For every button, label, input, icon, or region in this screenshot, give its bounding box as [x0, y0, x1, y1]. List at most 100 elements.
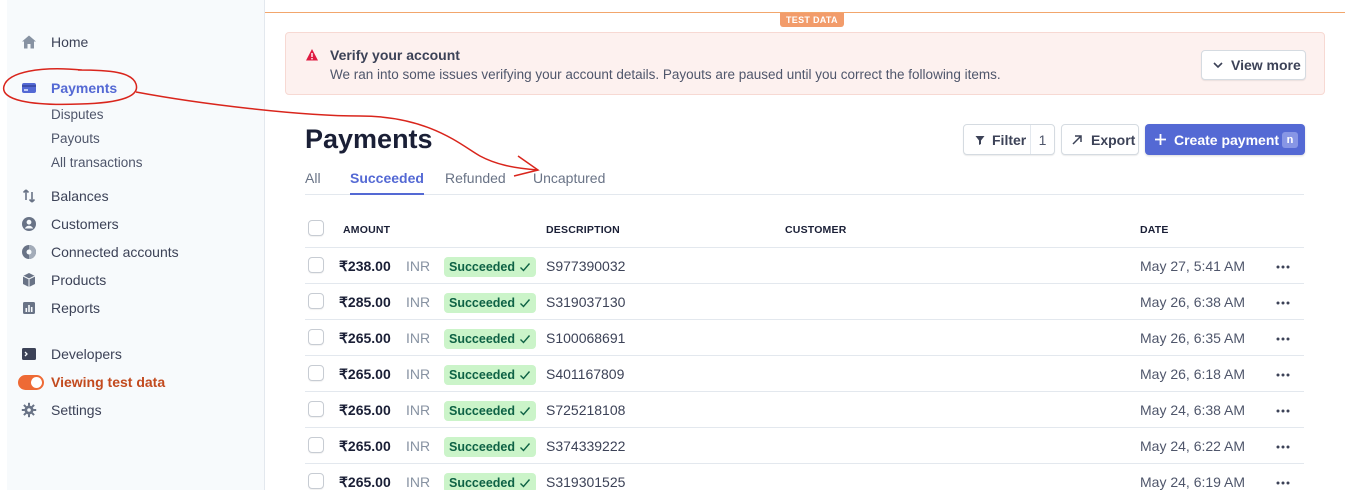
gear-icon	[20, 401, 38, 419]
home-icon	[20, 33, 38, 51]
row-checkbox[interactable]	[308, 257, 324, 273]
sidebar-item-label: Products	[51, 272, 107, 288]
status-label: Succeeded	[449, 332, 516, 346]
view-more-button[interactable]: View more	[1201, 50, 1306, 80]
sidebar-item-label: Payments	[51, 80, 118, 96]
row-checkbox[interactable]	[308, 473, 324, 489]
amount-cell: ₹265.00	[339, 330, 391, 346]
filter-label: Filter	[992, 131, 1027, 148]
date-cell: May 27, 5:41 AM	[1140, 258, 1246, 274]
checkmark-icon	[520, 335, 531, 344]
payments-icon	[20, 79, 38, 97]
description-cell: S319037130	[546, 294, 626, 310]
tab-succeeded[interactable]: Succeeded	[350, 170, 424, 195]
more-options-icon[interactable]	[1276, 481, 1290, 485]
status-label: Succeeded	[449, 368, 516, 382]
more-options-icon[interactable]	[1276, 373, 1290, 377]
developers-icon	[20, 345, 38, 363]
sidebar-item-customers[interactable]: Customers	[20, 214, 119, 234]
amount-cell: ₹285.00	[339, 294, 391, 310]
sidebar-subitem-disputes[interactable]: Disputes	[51, 107, 104, 122]
customers-icon	[20, 215, 38, 233]
sidebar-item-settings[interactable]: Settings	[20, 400, 102, 420]
reports-icon	[20, 299, 38, 317]
balances-icon	[20, 187, 38, 205]
sidebar-item-label: Settings	[51, 402, 102, 418]
sidebar-item-developers[interactable]: Developers	[20, 344, 122, 364]
warning-icon	[306, 49, 318, 61]
description-cell: S374339222	[546, 438, 626, 454]
date-cell: May 26, 6:38 AM	[1140, 294, 1246, 310]
create-payment-button[interactable]: Create payment n	[1145, 124, 1305, 155]
select-all-checkbox[interactable]	[308, 220, 324, 236]
sidebar-item-balances[interactable]: Balances	[20, 186, 109, 206]
column-header-date[interactable]: DATE	[1140, 224, 1169, 236]
sidebar-item-payments[interactable]: Payments	[20, 78, 117, 98]
checkmark-icon	[520, 407, 531, 416]
more-options-icon[interactable]	[1276, 301, 1290, 305]
export-arrow-icon	[1072, 134, 1082, 145]
more-options-icon[interactable]	[1276, 337, 1290, 341]
description-cell: S725218108	[546, 402, 626, 418]
currency-cell: INR	[406, 438, 431, 454]
filter-button[interactable]: Filter 1	[963, 124, 1055, 155]
sidebar-item-connected-accounts[interactable]: Connected accounts	[20, 242, 179, 262]
amount-cell: ₹265.00	[339, 366, 391, 382]
sidebar-item-products[interactable]: Products	[20, 270, 106, 290]
tab-uncaptured[interactable]: Uncaptured	[533, 170, 605, 195]
currency-cell: INR	[406, 330, 431, 346]
export-label: Export	[1091, 131, 1136, 148]
row-checkbox[interactable]	[308, 329, 324, 345]
toggle-icon[interactable]	[18, 374, 44, 390]
description-cell: S100068691	[546, 330, 626, 346]
sidebar-item-label: Connected accounts	[51, 244, 179, 260]
products-icon	[20, 271, 38, 289]
sidebar-item-home[interactable]: Home	[20, 32, 88, 52]
table-row[interactable]: ₹265.00 INR Succeeded S319301525 May 24,…	[305, 464, 1304, 490]
column-header-amount[interactable]: AMOUNT	[343, 224, 390, 236]
sidebar-item-reports[interactable]: Reports	[20, 298, 100, 318]
currency-cell: INR	[406, 474, 431, 490]
more-options-icon[interactable]	[1276, 445, 1290, 449]
table-row[interactable]: ₹265.00 INR Succeeded S401167809 May 26,…	[305, 356, 1304, 392]
tab-all[interactable]: All	[305, 170, 321, 195]
checkmark-icon	[520, 443, 531, 452]
checkmark-icon	[520, 479, 531, 488]
table-row[interactable]: ₹265.00 INR Succeeded S374339222 May 24,…	[305, 428, 1304, 464]
row-checkbox[interactable]	[308, 365, 324, 381]
column-header-customer[interactable]: CUSTOMER	[785, 224, 847, 236]
table-row[interactable]: ₹265.00 INR Succeeded S725218108 May 24,…	[305, 392, 1304, 428]
row-checkbox[interactable]	[308, 437, 324, 453]
date-cell: May 24, 6:38 AM	[1140, 402, 1246, 418]
row-checkbox[interactable]	[308, 401, 324, 417]
sidebar-subitem-payouts[interactable]: Payouts	[51, 131, 100, 146]
plus-icon	[1155, 134, 1166, 145]
more-options-icon[interactable]	[1276, 409, 1290, 413]
view-more-label: View more	[1231, 57, 1301, 73]
export-button[interactable]: Export	[1061, 124, 1139, 155]
tab-refunded[interactable]: Refunded	[445, 170, 506, 195]
status-label: Succeeded	[449, 296, 516, 310]
table-row[interactable]: ₹285.00 INR Succeeded S319037130 May 26,…	[305, 284, 1304, 320]
page-title: Payments	[305, 124, 433, 154]
date-cell: May 24, 6:22 AM	[1140, 438, 1246, 454]
verify-account-alert: Verify your account We ran into some iss…	[285, 32, 1325, 95]
table-row[interactable]: ₹265.00 INR Succeeded S100068691 May 26,…	[305, 320, 1304, 356]
row-checkbox[interactable]	[308, 293, 324, 309]
status-badge: Succeeded	[444, 473, 537, 490]
currency-cell: INR	[406, 258, 431, 274]
description-cell: S977390032	[546, 258, 626, 274]
column-header-description[interactable]: DESCRIPTION	[546, 224, 620, 236]
connected-accounts-icon	[20, 243, 38, 261]
description-cell: S401167809	[546, 366, 625, 382]
checkmark-icon	[520, 371, 531, 380]
amount-cell: ₹238.00	[339, 258, 391, 274]
table-row[interactable]: ₹238.00 INR Succeeded S977390032 May 27,…	[305, 248, 1304, 284]
amount-cell: ₹265.00	[339, 438, 391, 454]
sidebar-item-viewing-test-data[interactable]: Viewing test data	[18, 372, 165, 392]
currency-cell: INR	[406, 402, 431, 418]
chevron-down-icon	[1213, 62, 1223, 69]
alert-body: We ran into some issues verifying your a…	[330, 67, 1001, 82]
more-options-icon[interactable]	[1276, 265, 1290, 269]
sidebar-subitem-all-transactions[interactable]: All transactions	[51, 155, 143, 170]
